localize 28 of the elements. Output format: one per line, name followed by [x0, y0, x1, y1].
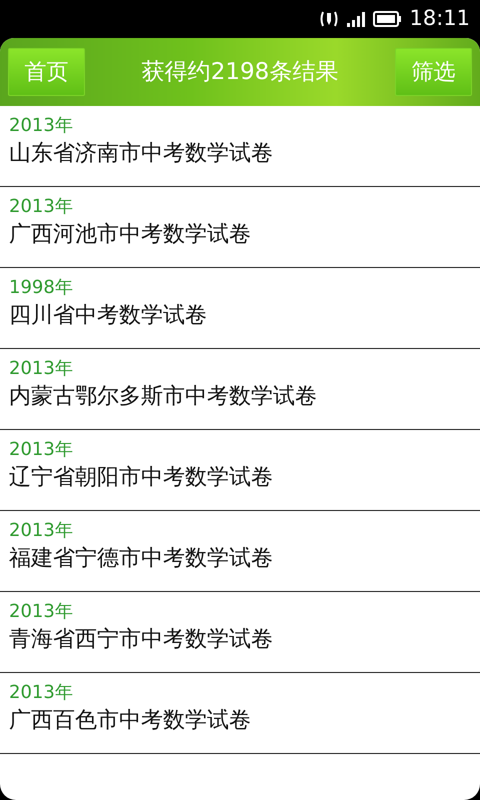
result-title: 四川省中考数学试卷 — [9, 302, 207, 330]
result-year: 2013年 — [9, 600, 74, 624]
signal-icon — [347, 11, 366, 27]
result-row[interactable]: 2013年 广西河池市中考数学试卷 — [0, 187, 480, 268]
battery-icon — [373, 11, 402, 27]
result-year: 2013年 — [9, 195, 74, 219]
result-count-title: 获得约2198条结果 — [142, 58, 338, 87]
result-row[interactable]: 2013年 青海省西宁市中考数学试卷 — [0, 592, 480, 673]
result-title: 青海省西宁市中考数学试卷 — [9, 626, 273, 654]
result-title: 福建省宁德市中考数学试卷 — [9, 545, 273, 573]
result-row[interactable]: 2013年 内蒙古鄂尔多斯市中考数学试卷 — [0, 349, 480, 430]
result-year: 2013年 — [9, 519, 74, 543]
result-year: 2013年 — [9, 114, 74, 138]
result-row[interactable]: 2013年 山东省济南市中考数学试卷 — [0, 106, 480, 187]
result-title: 辽宁省朝阳市中考数学试卷 — [9, 464, 273, 492]
result-title: 山东省济南市中考数学试卷 — [9, 140, 273, 168]
result-title: 广西百色市中考数学试卷 — [9, 707, 251, 735]
result-title: 广西河池市中考数学试卷 — [9, 221, 251, 249]
result-title: 内蒙古鄂尔多斯市中考数学试卷 — [9, 383, 317, 411]
clock: 18:11 — [409, 5, 470, 32]
result-row[interactable]: 2013年 辽宁省朝阳市中考数学试卷 — [0, 430, 480, 511]
result-row[interactable]: 2013年 广西百色市中考数学试卷 — [0, 673, 480, 754]
result-year: 1998年 — [9, 276, 74, 300]
result-row[interactable]: 2013年 福建省宁德市中考数学试卷 — [0, 511, 480, 592]
result-year: 2013年 — [9, 357, 74, 381]
result-row[interactable]: 1998年 四川省中考数学试卷 — [0, 268, 480, 349]
result-year: 2013年 — [9, 681, 74, 705]
result-year: 2013年 — [9, 438, 74, 462]
